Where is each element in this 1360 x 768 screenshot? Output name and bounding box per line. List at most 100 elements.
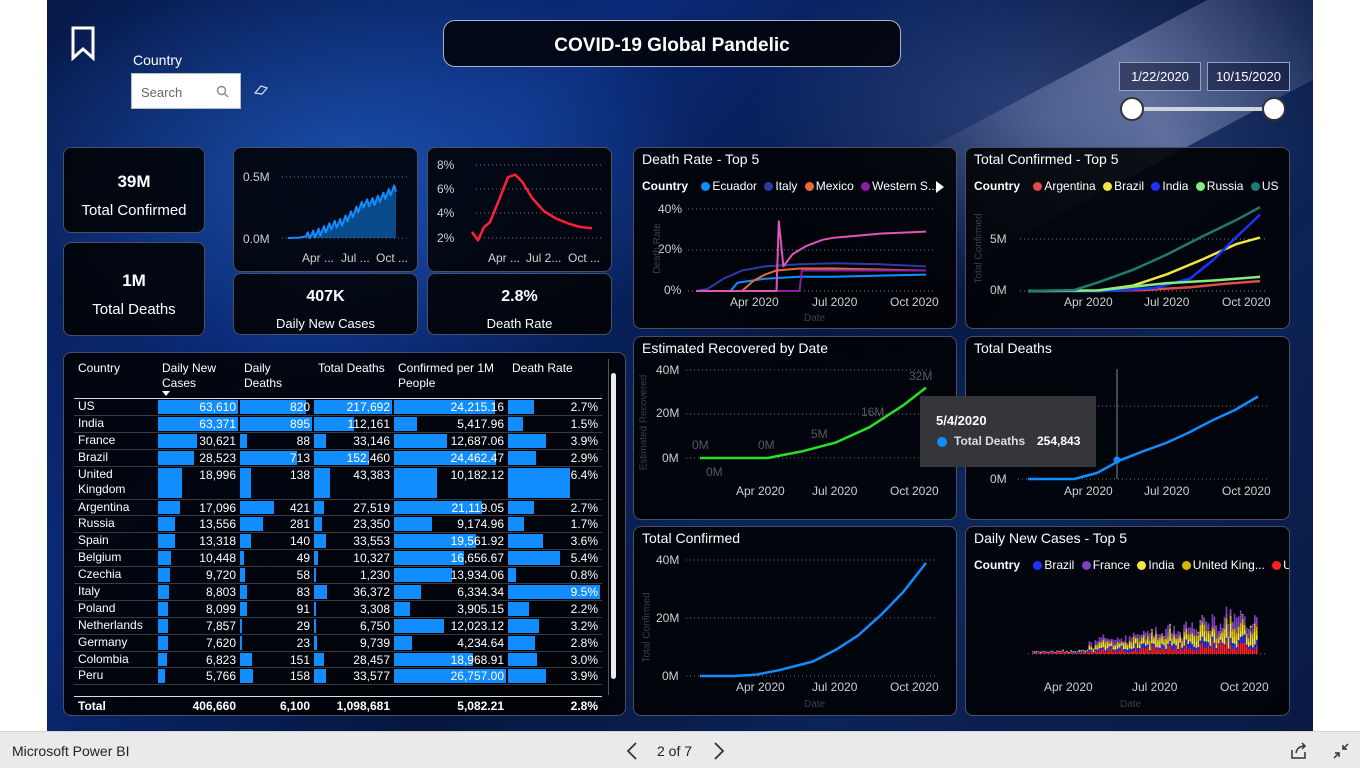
value-cell: 6,750: [314, 618, 394, 634]
date-range-start-handle[interactable]: [1120, 97, 1144, 121]
value-cell: 2.9%: [508, 450, 602, 466]
kpi-total-confirmed[interactable]: 39M Total Confirmed: [63, 147, 205, 233]
column-header[interactable]: Total Deaths: [318, 361, 390, 376]
eraser-icon[interactable]: [253, 84, 269, 96]
country-search-box[interactable]: Search: [131, 73, 241, 109]
value-cell: 6,334.34: [394, 584, 508, 600]
table-row[interactable]: Germany 7,620 23 9,739 4,234.64 2.8%: [74, 635, 602, 652]
value-cell: 28,457: [314, 652, 394, 668]
daily-case-bar: [1074, 650, 1076, 652]
cell-value: 3.2%: [570, 618, 598, 633]
cell-value: 5,417.96: [457, 416, 504, 431]
table-row[interactable]: United Kingdom 18,996 138 43,383 10,182.12 6.…: [74, 467, 602, 500]
total-confirmed-top5-chart[interactable]: Total Confirmed - Top 5 Country Argentin…: [965, 147, 1290, 329]
table-row[interactable]: Spain 13,318 140 33,553 19,561.92 3.6%: [74, 533, 602, 551]
data-bar: [240, 551, 244, 566]
bookmark-icon[interactable]: [69, 26, 99, 62]
daily-case-bar: [1191, 622, 1193, 633]
daily-case-bar: [1155, 626, 1157, 634]
data-bar: [240, 601, 248, 616]
country-cell: Italy: [74, 584, 158, 600]
mini-death-rate-chart[interactable]: 8% 6% 4% 2% Apr ... Jul 2... Oct ...: [427, 147, 612, 272]
daily-case-bar: [1054, 652, 1056, 653]
value-cell: 27,519: [314, 500, 394, 516]
data-bar: [508, 669, 546, 684]
cell-value: 1,230: [359, 568, 390, 583]
table-row[interactable]: Colombia 6,823 151 28,457 18,968.91 3.0%: [74, 652, 602, 669]
exit-fullscreen-icon[interactable]: [1332, 742, 1350, 760]
search-input[interactable]: Search: [141, 85, 182, 100]
daily-case-bar: [1139, 634, 1141, 642]
cell-value: 2.2%: [570, 601, 598, 616]
column-header[interactable]: Country: [78, 361, 154, 376]
kpi-total-deaths[interactable]: 1M Total Deaths: [63, 242, 205, 336]
search-icon[interactable]: [216, 85, 230, 99]
value-cell: 9,720: [158, 567, 240, 583]
kpi-daily-new-cases[interactable]: 407K Daily New Cases: [233, 273, 418, 335]
page-indicator: 2 of 7: [657, 743, 693, 759]
date-range-end-handle[interactable]: [1262, 97, 1286, 121]
cell-value: 9,174.96: [457, 517, 504, 532]
daily-case-bar: [1066, 650, 1068, 652]
daily-new-cases-top5-chart[interactable]: Daily New Cases - Top 5 Country Brazil F…: [965, 526, 1290, 716]
table-row[interactable]: Brazil 28,523 713 152,460 24,462.47 2.9%: [74, 450, 602, 467]
next-page-icon[interactable]: [713, 742, 725, 760]
table-row[interactable]: Czechia 9,720 58 1,230 13,934.06 0.8%: [74, 567, 602, 585]
value-cell: 33,577: [314, 668, 394, 684]
total-confirmed-chart[interactable]: Total Confirmed 40M 20M 0M Total Confirm…: [633, 526, 957, 716]
share-icon[interactable]: [1290, 742, 1308, 760]
cell-value: 112,161: [347, 416, 391, 431]
kpi-death-rate[interactable]: 2.8% Death Rate: [427, 273, 612, 335]
table-row[interactable]: Belgium 10,448 49 10,327 16,656.67 5.4%: [74, 550, 602, 568]
mini-daily-cases-chart[interactable]: 0.5M 0.0M Apr ... Jul ... Oct ...: [233, 147, 418, 272]
daily-case-bar: [1120, 638, 1123, 643]
table-row[interactable]: Poland 8,099 91 3,308 3,905.15 2.2%: [74, 601, 602, 618]
start-date-input[interactable]: 1/22/2020: [1119, 62, 1201, 91]
table-row[interactable]: US 63,610 820 217,692 24,215.16 2.7%: [74, 399, 602, 416]
end-date-input[interactable]: 10/15/2020: [1207, 62, 1290, 91]
daily-case-bar: [1159, 634, 1161, 639]
table-scrollbar[interactable]: [608, 359, 618, 695]
value-cell: 18,996: [158, 467, 240, 499]
table-row[interactable]: Argentina 17,096 421 27,519 21,119.05 2.7%: [74, 500, 602, 517]
table-row[interactable]: Netherlands 7,857 29 6,750 12,023.12 3.2%: [74, 618, 602, 635]
column-header[interactable]: Confirmed per 1M People: [398, 361, 504, 391]
daily-case-bar: [1189, 627, 1191, 635]
country-name: Italy: [78, 584, 101, 599]
country-table[interactable]: Country Daily New Cases Daily Deaths Total …: [63, 352, 626, 716]
cell-value: 152,460: [346, 450, 390, 465]
table-row[interactable]: Peru 5,766 158 33,577 26,757.00 3.9%: [74, 668, 602, 686]
value-cell: 5.4%: [508, 550, 602, 566]
report-title-box: COVID-19 Global Pandelic: [443, 20, 901, 67]
data-bar: [394, 618, 445, 633]
estimated-recovered-chart[interactable]: Estimated Recovered by Date 40M 20M 0M E…: [633, 336, 957, 520]
data-bar: [158, 585, 170, 599]
value-cell: 3.9%: [508, 668, 602, 684]
value-cell: 895: [240, 416, 314, 432]
table-row[interactable]: France 30,621 88 33,146 12,687.06 3.9%: [74, 433, 602, 450]
death-rate-top5-chart[interactable]: Death Rate - Top 5 Country Ecuador Italy…: [633, 147, 957, 329]
column-header[interactable]: Daily New Cases: [162, 361, 236, 391]
table-row[interactable]: India 63,371 895 112,161 5,417.96 1.5%: [74, 416, 602, 433]
column-header[interactable]: Death Rate: [512, 361, 598, 376]
value-cell: 49: [240, 550, 314, 566]
daily-case-bar: [1177, 631, 1179, 639]
data-bar: [394, 601, 411, 616]
value-cell: 0.8%: [508, 567, 602, 583]
prev-page-icon[interactable]: [626, 742, 638, 760]
cell-value: 21,119.05: [451, 500, 505, 515]
daily-case-bar: [1243, 616, 1246, 625]
cell-value: 8,803: [205, 585, 236, 600]
data-bar: [158, 534, 175, 549]
value-cell: 17,096: [158, 500, 240, 516]
daily-case-bar: [1153, 635, 1155, 639]
daily-case-bar: [1151, 629, 1153, 633]
daily-case-bar: [1179, 632, 1181, 636]
cell-value: 19,561.92: [450, 534, 504, 549]
column-header[interactable]: Daily Deaths: [244, 361, 310, 391]
data-bar: [314, 585, 328, 599]
table-row[interactable]: Russia 13,556 281 23,350 9,174.96 1.7%: [74, 516, 602, 534]
table-row[interactable]: Italy 8,803 83 36,372 6,334.34 9.5%: [74, 584, 602, 601]
data-bar: [394, 635, 412, 650]
value-cell: 3.2%: [508, 618, 602, 634]
